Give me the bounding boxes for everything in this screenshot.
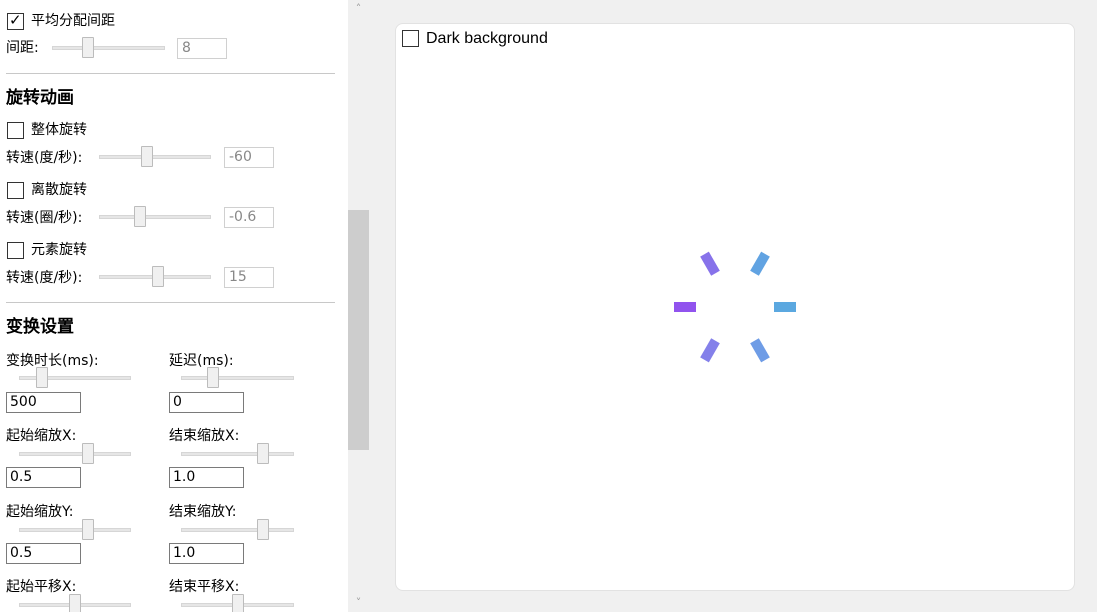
element-speed-slider[interactable] xyxy=(99,266,211,288)
end-scale-y-input[interactable]: 1.0 xyxy=(169,543,244,564)
discrete-rotation-label: 离散旋转 xyxy=(31,182,87,198)
whole-speed-slider[interactable] xyxy=(99,146,211,168)
slider-track[interactable] xyxy=(181,376,294,380)
delay-slider[interactable] xyxy=(181,367,294,389)
whole-rotation-label: 整体旋转 xyxy=(31,122,87,138)
spinner-bar xyxy=(750,251,770,276)
spinner-bar xyxy=(774,302,796,312)
rotation-section-title: 旋转动画 xyxy=(6,88,74,108)
whole-speed-label: 转速(度/秒): xyxy=(6,150,83,166)
slider-track[interactable] xyxy=(99,155,211,159)
slider-thumb[interactable] xyxy=(207,367,219,388)
slider-thumb[interactable] xyxy=(257,519,269,540)
slider-track[interactable] xyxy=(19,528,131,532)
start-translate-x-slider[interactable] xyxy=(19,594,131,612)
divider xyxy=(6,73,335,74)
even-spacing-checkbox[interactable] xyxy=(7,11,24,30)
element-rotation-label: 元素旋转 xyxy=(31,242,87,258)
slider-thumb[interactable] xyxy=(141,146,153,167)
element-rotation-checkbox[interactable] xyxy=(7,242,24,259)
discrete-speed-input[interactable]: -0.6 xyxy=(224,207,274,228)
slider-thumb[interactable] xyxy=(232,594,244,612)
slider-thumb[interactable] xyxy=(82,37,94,58)
slider-thumb[interactable] xyxy=(152,266,164,287)
divider xyxy=(6,302,335,303)
start-scale-y-slider[interactable] xyxy=(19,519,131,541)
transform-section-title: 变换设置 xyxy=(6,317,74,337)
end-scale-y-slider[interactable] xyxy=(181,519,294,541)
discrete-speed-label: 转速(圈/秒): xyxy=(6,210,83,226)
delay-input[interactable]: 0 xyxy=(169,392,244,413)
whole-speed-input[interactable]: -60 xyxy=(224,147,274,168)
spinner-bar xyxy=(750,338,770,363)
slider-track[interactable] xyxy=(19,452,131,456)
settings-panel: 平均分配间距 间距: 8 旋转动画 整体旋转 转速(度/秒): -60 离散旋转… xyxy=(0,0,348,612)
slider-track[interactable] xyxy=(181,528,294,532)
slider-thumb[interactable] xyxy=(82,443,94,464)
spinner-bar xyxy=(700,251,720,276)
chevron-up-icon[interactable]: ˄ xyxy=(348,0,369,18)
duration-slider[interactable] xyxy=(19,367,131,389)
slider-track[interactable] xyxy=(99,215,211,219)
chevron-down-icon[interactable]: ˅ xyxy=(348,594,369,612)
slider-track[interactable] xyxy=(52,46,165,50)
slider-thumb[interactable] xyxy=(36,367,48,388)
start-scale-x-input[interactable]: 0.5 xyxy=(6,467,81,488)
spinner-bar xyxy=(700,338,720,363)
end-scale-x-slider[interactable] xyxy=(181,443,294,465)
discrete-rotation-checkbox[interactable] xyxy=(7,182,24,199)
start-scale-x-slider[interactable] xyxy=(19,443,131,465)
preview-canvas: Dark background xyxy=(395,23,1075,591)
element-speed-input[interactable]: 15 xyxy=(224,267,274,288)
duration-input[interactable]: 500 xyxy=(6,392,81,413)
scrollbar-thumb[interactable] xyxy=(348,210,369,450)
loading-spinner xyxy=(674,251,796,363)
spacing-input[interactable]: 8 xyxy=(177,38,227,59)
panel-scrollbar[interactable]: ˄ ˅ xyxy=(348,0,369,612)
end-translate-x-slider[interactable] xyxy=(181,594,294,612)
element-speed-label: 转速(度/秒): xyxy=(6,270,83,286)
slider-track[interactable] xyxy=(181,452,294,456)
slider-thumb[interactable] xyxy=(69,594,81,612)
start-scale-y-input[interactable]: 0.5 xyxy=(6,543,81,564)
spacing-slider[interactable] xyxy=(52,37,165,59)
spinner-bar xyxy=(674,302,696,312)
discrete-speed-slider[interactable] xyxy=(99,206,211,228)
whole-rotation-checkbox[interactable] xyxy=(7,122,24,139)
slider-thumb[interactable] xyxy=(257,443,269,464)
spacing-label: 间距: xyxy=(6,40,39,56)
even-spacing-label: 平均分配间距 xyxy=(31,13,115,29)
slider-thumb[interactable] xyxy=(134,206,146,227)
end-scale-x-input[interactable]: 1.0 xyxy=(169,467,244,488)
slider-thumb[interactable] xyxy=(82,519,94,540)
